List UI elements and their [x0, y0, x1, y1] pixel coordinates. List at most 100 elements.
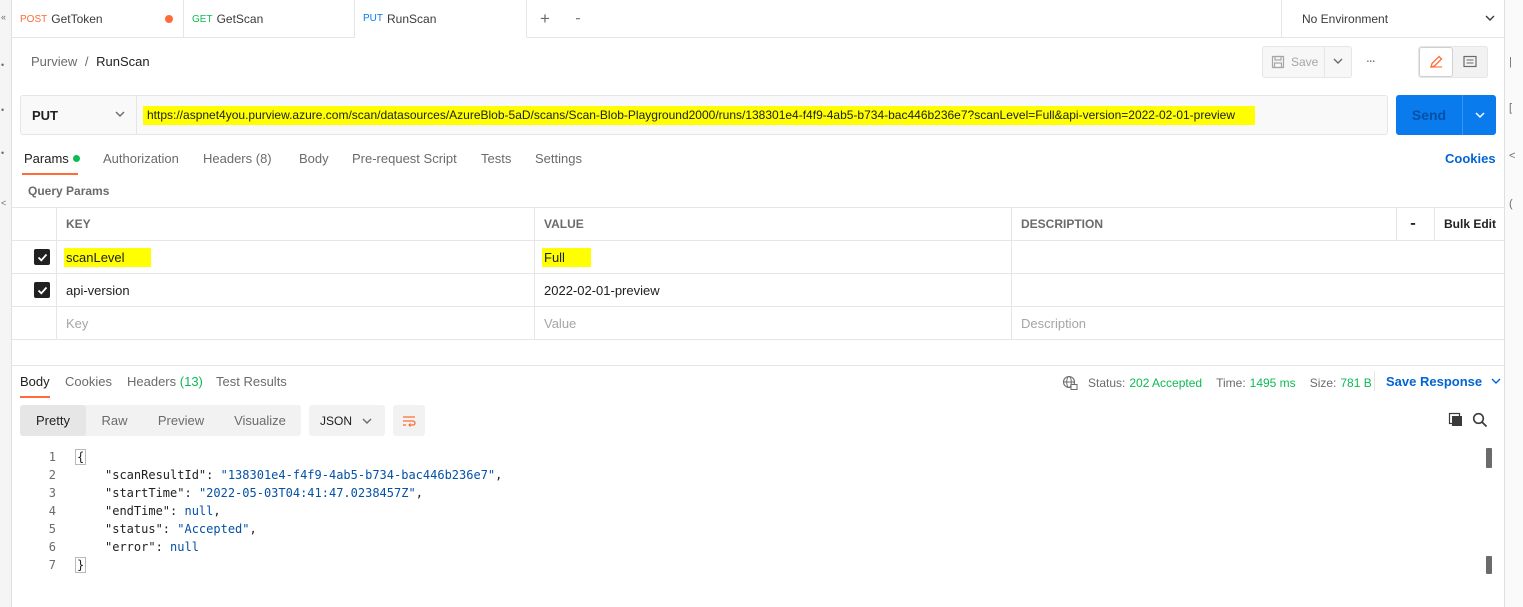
edge-glyph: • — [1, 105, 5, 115]
tab-body[interactable]: Body — [299, 151, 329, 166]
send-button[interactable]: Send — [1396, 95, 1463, 135]
tab-settings[interactable]: Settings — [535, 151, 582, 166]
save-label: Save — [1291, 55, 1319, 69]
method-selector[interactable]: PUT — [21, 96, 137, 134]
tab-authorization[interactable]: Authorization — [103, 151, 179, 166]
row-checkbox[interactable] — [12, 274, 56, 306]
method-label: PUT — [32, 107, 58, 123]
edge-glyph: < — [1509, 150, 1516, 162]
param-key-cell[interactable]: api-version — [56, 274, 534, 306]
response-tab-cookies[interactable]: Cookies — [65, 374, 112, 389]
response-headers-count: (13) — [179, 374, 203, 389]
format-select[interactable]: JSON — [309, 405, 385, 436]
tab-method: PUT — [363, 13, 383, 24]
globe-icon[interactable] — [1062, 375, 1078, 391]
param-value: Full — [542, 247, 591, 267]
new-description-input[interactable]: Description — [1011, 307, 1504, 339]
breadcrumb-collection[interactable]: Purview — [31, 54, 77, 69]
search-icon[interactable] — [1472, 412, 1488, 428]
bulk-edit-button[interactable]: Bulk Edit — [1434, 208, 1504, 240]
scrollbar-thumb[interactable] — [1486, 448, 1492, 468]
json-comma: , — [213, 504, 221, 518]
response-headers-label: Headers — [127, 374, 177, 389]
documentation-button[interactable] — [1453, 47, 1487, 77]
response-tab-test-results[interactable]: Test Results — [216, 374, 287, 389]
pencil-icon — [1430, 55, 1443, 68]
tab-gettoken[interactable]: POST GetToken — [12, 0, 184, 38]
edge-glyph: | — [1509, 56, 1512, 68]
column-header-key: KEY — [56, 208, 534, 240]
column-header-description: DESCRIPTION — [1011, 208, 1396, 240]
tab-headers[interactable]: Headers (8) — [203, 151, 272, 166]
tab-runscan[interactable]: PUT RunScan — [355, 0, 527, 38]
time-value[interactable]: 1495 ms — [1250, 376, 1296, 390]
param-description-cell[interactable] — [1011, 241, 1504, 273]
copy-icon[interactable] — [1448, 412, 1464, 428]
line-number: 2 — [48, 468, 56, 482]
right-edge-strip: | [ < ( — [1504, 0, 1523, 607]
json-comma: , — [249, 522, 257, 536]
environment-label: No Environment — [1302, 12, 1389, 26]
code-line: { — [75, 449, 87, 465]
request-more-icon[interactable]: ∙∙∙ — [1366, 52, 1376, 68]
edge-glyph: « — [1, 12, 7, 22]
new-tab-icon[interactable]: + — [540, 9, 550, 29]
scrollbar-thumb[interactable] — [1486, 556, 1492, 574]
response-tab-headers[interactable]: Headers (13) — [127, 374, 203, 389]
edit-mode-button[interactable] — [1419, 47, 1453, 77]
time-label: Time: — [1216, 376, 1246, 390]
tab-label: RunScan — [387, 11, 437, 26]
tab-prerequest-script[interactable]: Pre-request Script — [352, 151, 457, 166]
save-response-button[interactable]: Save Response — [1386, 374, 1502, 389]
json-key: "startTime" — [105, 486, 185, 500]
code-line: "status": "Accepted", — [105, 522, 257, 536]
chevron-down-icon — [1474, 112, 1485, 119]
param-value-cell[interactable]: Full — [534, 241, 1011, 273]
view-preview[interactable]: Preview — [143, 405, 219, 436]
send-dropdown-button[interactable] — [1463, 95, 1496, 135]
table-more-icon[interactable]: ∙∙∙ — [1396, 208, 1434, 240]
cookies-link[interactable]: Cookies — [1445, 151, 1496, 166]
param-value-cell[interactable]: 2022-02-01-preview — [534, 274, 1011, 306]
save-dropdown-button[interactable] — [1325, 55, 1351, 70]
url-input[interactable]: https://aspnet4you.purview.azure.com/sca… — [143, 106, 1256, 125]
tab-tests[interactable]: Tests — [481, 151, 511, 166]
chevron-down-icon — [1491, 378, 1501, 384]
view-raw[interactable]: Raw — [86, 405, 143, 436]
tab-getscan[interactable]: GET GetScan — [184, 0, 355, 38]
code-line: "endTime": null, — [105, 504, 221, 518]
tab-method: POST — [20, 13, 48, 25]
status-value[interactable]: 202 Accepted — [1129, 376, 1202, 390]
new-value-input[interactable]: Value — [534, 307, 1011, 339]
new-key-input[interactable]: Key — [56, 307, 534, 339]
line-number: 6 — [48, 540, 56, 554]
edge-glyph: ( — [1509, 198, 1513, 210]
tab-more-icon[interactable]: ∙∙∙ — [575, 11, 581, 25]
edge-glyph: • — [1, 148, 5, 158]
save-icon — [1271, 55, 1285, 69]
wrap-lines-button[interactable] — [393, 405, 425, 436]
param-description-cell[interactable] — [1011, 274, 1504, 306]
url-bar: PUT https://aspnet4you.purview.azure.com… — [20, 95, 1388, 135]
json-value: null — [170, 540, 199, 554]
breadcrumb-separator: / — [84, 54, 89, 69]
size-value[interactable]: 781 B — [1340, 376, 1371, 390]
response-divider[interactable] — [12, 365, 1504, 366]
response-tab-body[interactable]: Body — [20, 374, 50, 389]
query-params-title: Query Params — [28, 184, 110, 198]
active-response-tab-indicator — [20, 396, 50, 398]
view-toggle-group — [1418, 46, 1488, 78]
chevron-down-icon — [115, 111, 125, 117]
meta-divider — [1374, 371, 1375, 391]
view-visualize[interactable]: Visualize — [219, 405, 301, 436]
tab-params[interactable]: Params — [24, 151, 80, 166]
environment-selector[interactable]: No Environment — [1281, 0, 1504, 38]
response-body-editor[interactable]: 1 2 3 4 5 6 7 { "scanResultId": "138301e… — [20, 448, 1490, 578]
save-button[interactable]: Save — [1263, 47, 1325, 77]
view-pretty[interactable]: Pretty — [20, 405, 86, 436]
response-meta: Status: 202 Accepted Time: 1495 ms Size:… — [1062, 375, 1372, 391]
edge-glyph: [ — [1509, 102, 1513, 114]
row-checkbox[interactable] — [12, 241, 56, 273]
code-line: "scanResultId": "138301e4-f4f9-4ab5-b734… — [105, 468, 503, 482]
param-key-cell[interactable]: scanLevel — [56, 241, 534, 273]
